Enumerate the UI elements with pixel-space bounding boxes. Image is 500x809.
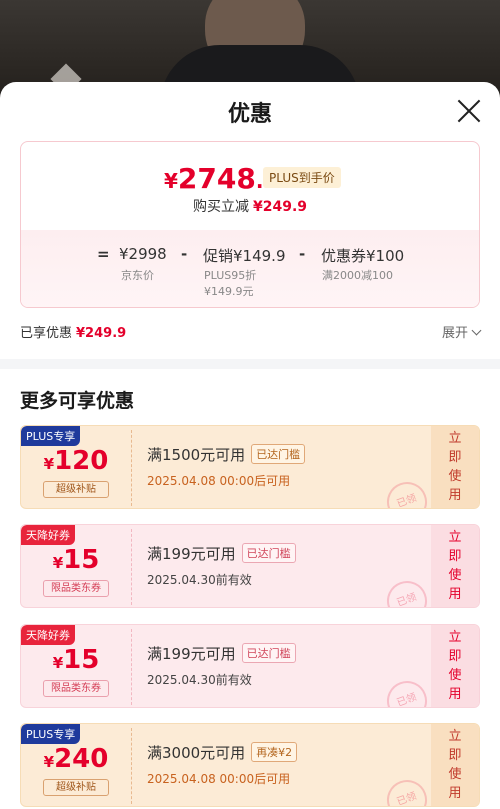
expand-label: 展开 xyxy=(441,326,468,341)
minus-sign: - xyxy=(299,245,306,263)
jd-price-label: 京东价 xyxy=(121,269,154,282)
coupon-value: ¥15 xyxy=(21,645,131,675)
currency-symbol: ¥ xyxy=(43,455,55,473)
chevron-down-icon xyxy=(471,325,482,336)
minus-sign: - xyxy=(181,245,188,263)
coupon-condition: 满199元可用 已达门槛 xyxy=(147,543,296,564)
currency-symbol: ¥ xyxy=(164,169,178,193)
expand-button[interactable]: 展开 xyxy=(441,322,482,341)
coupon-threshold: 满2000减100 xyxy=(322,269,393,282)
coupon-perforation xyxy=(131,728,132,804)
promo-amount: 促销¥149.9 xyxy=(203,247,286,265)
use-coupon-button[interactable]: 立即使用 xyxy=(431,625,479,707)
coupon-value: ¥240 xyxy=(21,744,131,774)
use-coupon-button[interactable]: 立即使用 xyxy=(431,525,479,607)
coupon-badge: 天降好券 xyxy=(21,625,75,645)
coupon-value: ¥120 xyxy=(21,446,131,476)
use-coupon-label: 立即使用 xyxy=(448,630,462,702)
price-card: ¥2748.1 PLUS到手价 购买立减¥249.9 = ¥2998 京东价 -… xyxy=(20,141,480,308)
section-divider xyxy=(0,359,500,369)
coupon-value: ¥15 xyxy=(21,545,131,575)
coupon-date: 2025.04.30前有效 xyxy=(147,673,252,687)
equals-sign: = xyxy=(97,245,110,263)
price-integer: 2748 xyxy=(177,162,256,195)
use-coupon-button[interactable]: 立即使用 xyxy=(431,724,479,806)
jd-price: ¥2998 xyxy=(119,245,167,263)
discount-sheet: 优惠 ¥2748.1 PLUS到手价 购买立减¥249.9 = ¥2998 京东… xyxy=(0,82,500,809)
coupon-amount: 15 xyxy=(63,645,100,675)
coupon-kind: 超级补贴 xyxy=(43,481,109,498)
coupon-condition: 满1500元可用 已达门槛 xyxy=(147,444,306,465)
coupon-condition-text: 满199元可用 xyxy=(147,645,236,663)
claimed-stamp: 已领 xyxy=(381,675,433,707)
enjoyed-amount: ¥249.9 xyxy=(76,326,127,341)
coupon-condition: 满3000元可用 再凑¥2 xyxy=(147,742,298,763)
coupon-kind: 限品类东券 xyxy=(43,680,109,697)
coupon-card: 天降好券 ¥15 限品类东券 满199元可用 已达门槛 2025.04.30前有效… xyxy=(20,524,480,608)
buy-save-label: 购买立减 xyxy=(192,199,249,215)
coupon-condition: 满199元可用 已达门槛 xyxy=(147,643,296,664)
currency-symbol: ¥ xyxy=(43,753,55,771)
coupon-badge: PLUS专享 xyxy=(21,426,81,446)
more-discounts-title: 更多可享优惠 xyxy=(20,390,135,412)
coupon-condition-text: 满3000元可用 xyxy=(147,744,246,762)
coupon-card: PLUS专享 ¥120 超级补贴 满1500元可用 已达门槛 2025.04.08… xyxy=(20,425,480,509)
coupon-amount: 120 xyxy=(54,446,109,476)
coupon-kind: 限品类东券 xyxy=(43,580,109,597)
coupon-threshold-tag: 已达门槛 xyxy=(241,543,296,563)
coupon-date: 2025.04.08 00:00后可用 xyxy=(147,772,291,786)
coupon-date: 2025.04.30前有效 xyxy=(147,573,252,587)
coupon-amount: 240 xyxy=(54,744,109,774)
coupon-kind: 超级补贴 xyxy=(43,779,109,796)
coupon-badge: PLUS专享 xyxy=(21,724,81,744)
currency-symbol: ¥ xyxy=(52,554,64,572)
coupon-amount: 优惠券¥100 xyxy=(321,247,405,265)
coupon-card: PLUS专享 ¥240 超级补贴 满3000元可用 再凑¥2 2025.04.08… xyxy=(20,723,480,807)
enjoyed-label: 已享优惠 xyxy=(20,326,73,341)
close-icon[interactable] xyxy=(456,98,482,124)
promo-sub-amount: ¥149.9元 xyxy=(204,285,254,298)
claimed-stamp: 已领 xyxy=(381,476,433,508)
final-price: ¥2748.1 xyxy=(164,162,277,195)
use-coupon-label: 立即使用 xyxy=(448,431,462,503)
plus-price-tag: PLUS到手价 xyxy=(263,167,341,188)
coupon-condition-text: 满199元可用 xyxy=(147,545,236,563)
enjoyed-discount: 已享优惠 ¥249.9 xyxy=(20,322,126,341)
buy-save-amount: ¥249.9 xyxy=(252,199,308,215)
coupon-perforation xyxy=(131,430,132,506)
coupon-perforation xyxy=(131,629,132,705)
coupon-condition-text: 满1500元可用 xyxy=(147,446,246,464)
coupon-threshold-tag: 已达门槛 xyxy=(241,643,296,663)
coupon-date: 2025.04.08 00:00后可用 xyxy=(147,474,291,488)
coupon-threshold-tag: 已达门槛 xyxy=(251,444,306,464)
claimed-stamp: 已领 xyxy=(381,774,433,806)
coupon-threshold-tag: 再凑¥2 xyxy=(251,742,298,762)
buy-save-line: 购买立减 ¥249.9 xyxy=(21,196,479,216)
coupon-card: 天降好券 ¥15 限品类东券 满199元可用 已达门槛 2025.04.30前有效… xyxy=(20,624,480,708)
use-coupon-button[interactable]: 立即使用 xyxy=(431,426,479,508)
coupon-perforation xyxy=(131,529,132,605)
price-formula: = ¥2998 京东价 - 促销¥149.9 PLUS95折 ¥149.9元 -… xyxy=(97,245,477,305)
sheet-title: 优惠 xyxy=(227,102,272,127)
claimed-stamp: 已领 xyxy=(381,575,433,607)
use-coupon-label: 立即使用 xyxy=(448,530,462,602)
coupon-amount: 15 xyxy=(63,545,100,575)
coupon-badge: 天降好券 xyxy=(21,525,75,545)
use-coupon-label: 立即使用 xyxy=(448,729,462,801)
promo-sub-discount: PLUS95折 xyxy=(204,269,257,282)
currency-symbol: ¥ xyxy=(52,654,64,672)
